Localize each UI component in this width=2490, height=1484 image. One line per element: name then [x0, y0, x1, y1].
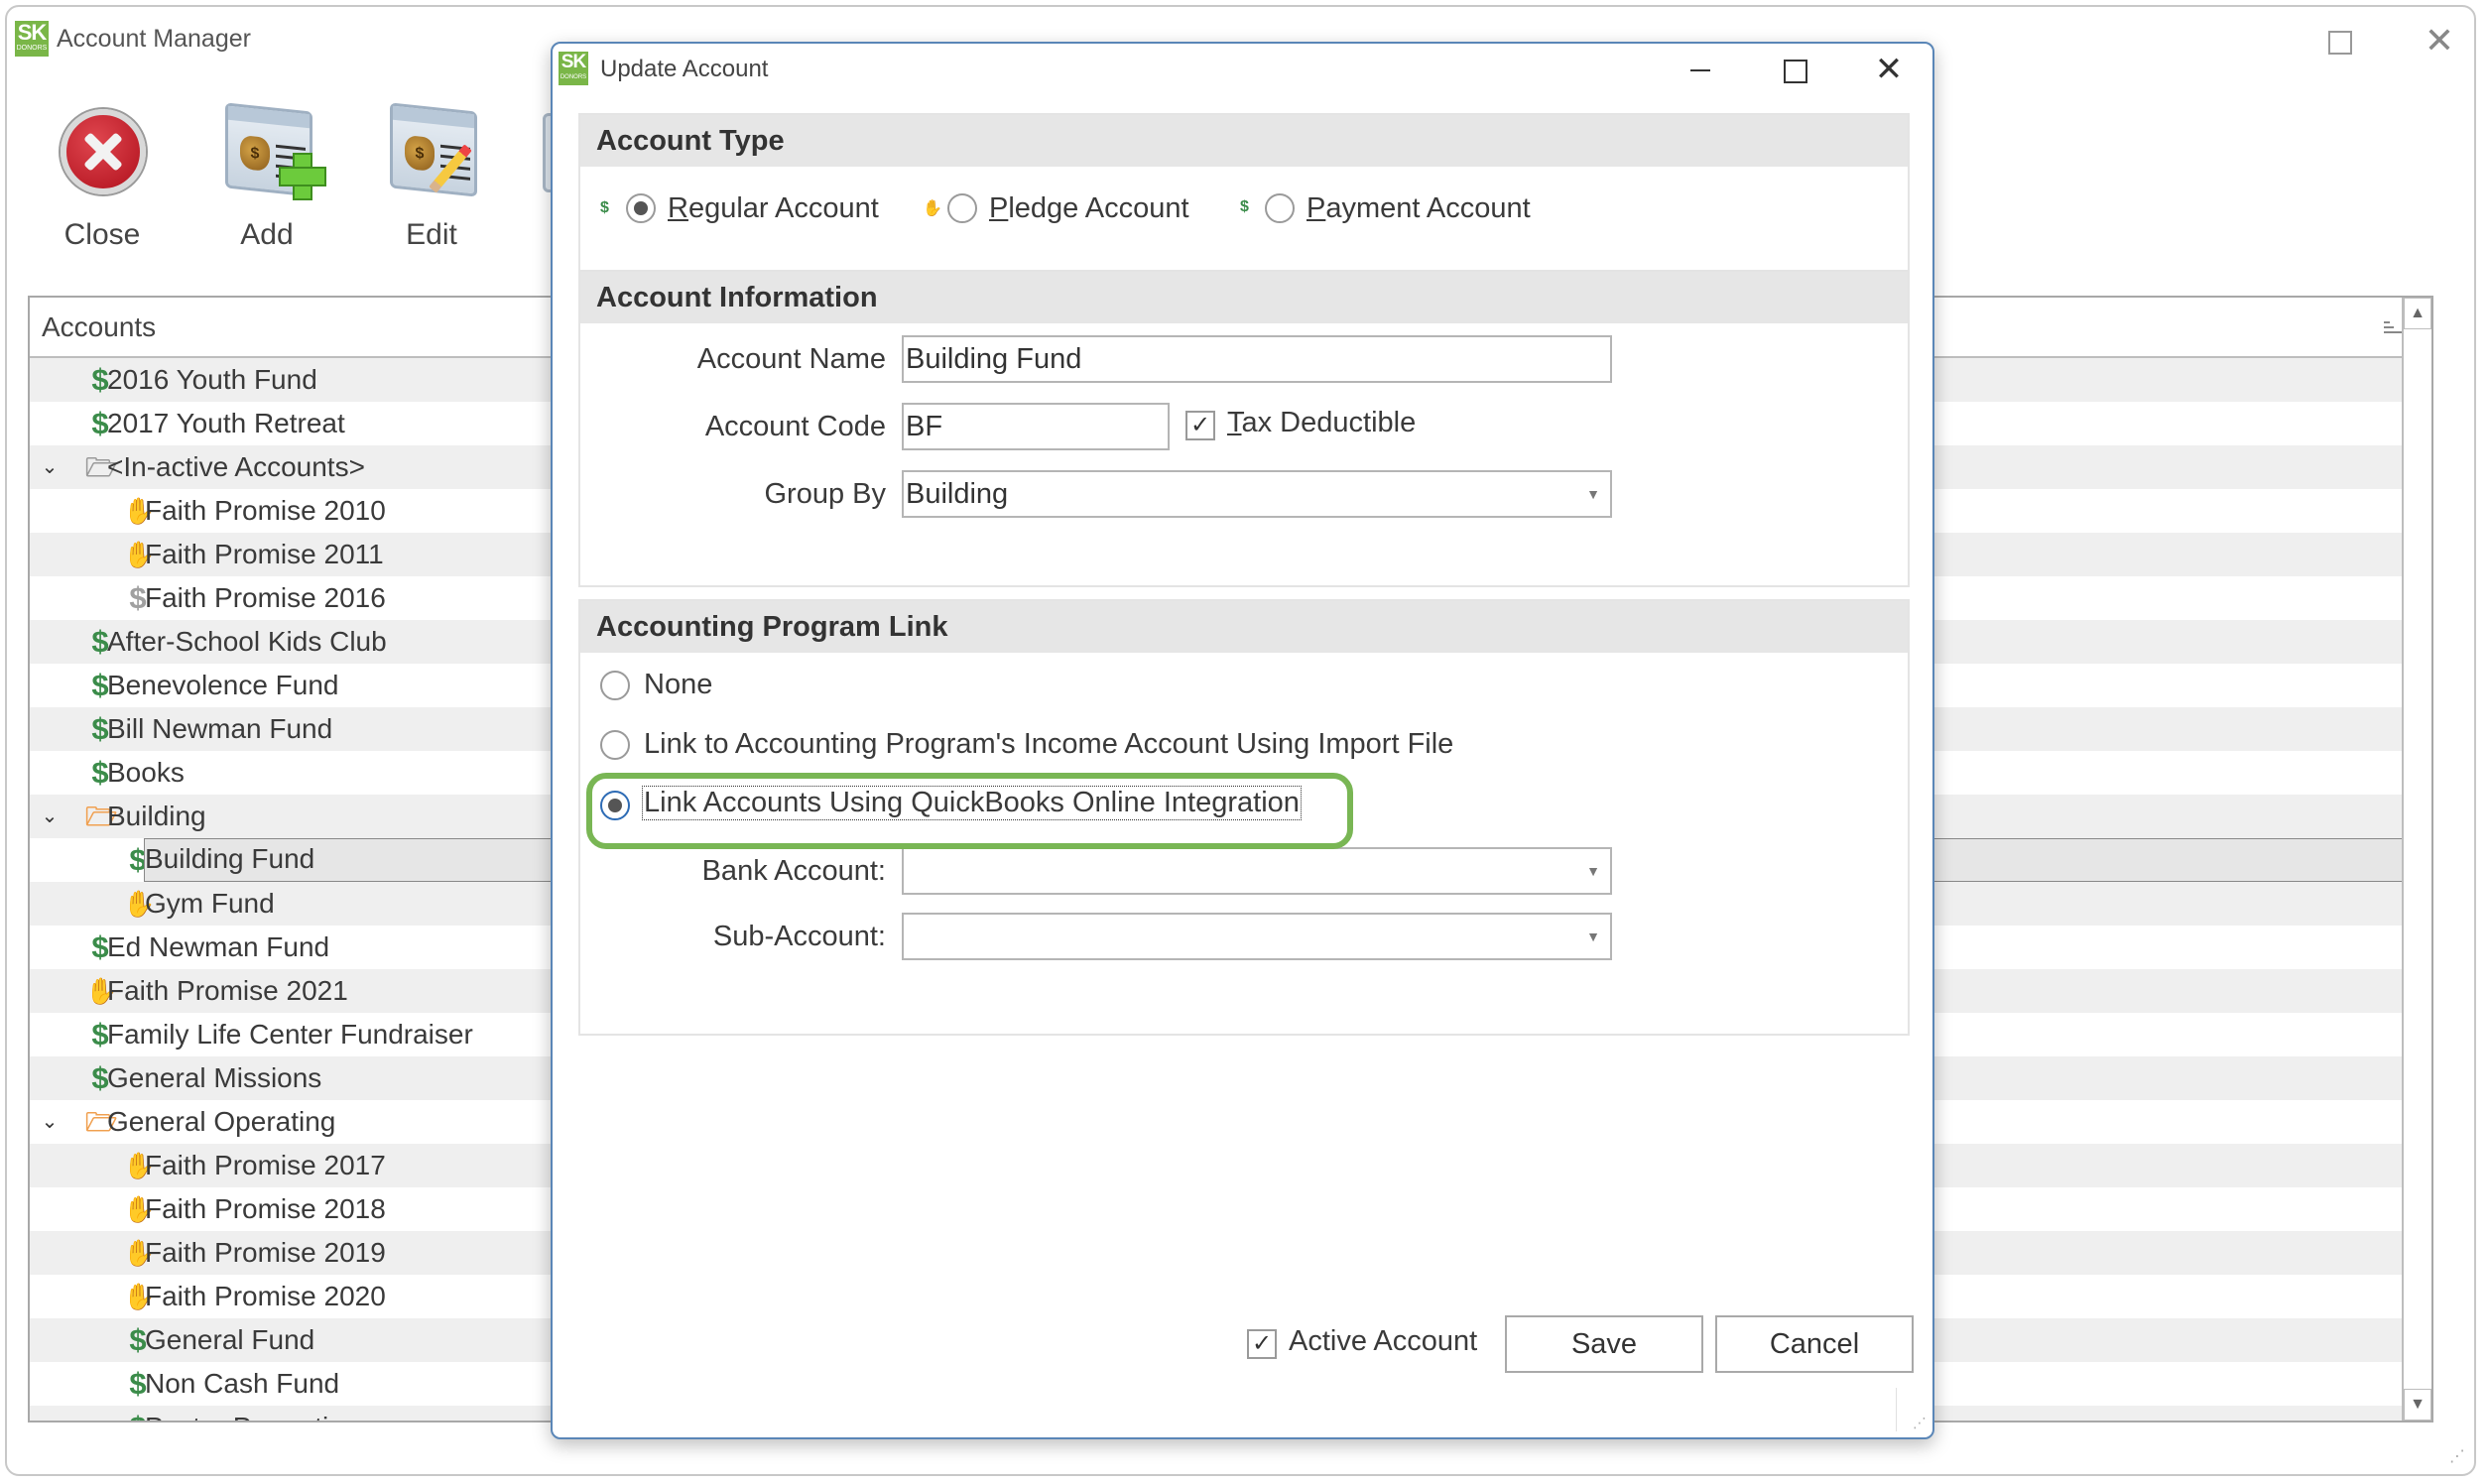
- add-account-button[interactable]: $ Add: [197, 101, 336, 252]
- group-by-select[interactable]: Building ▼: [902, 470, 1612, 518]
- active-account-label[interactable]: Active Account: [1289, 1325, 1477, 1358]
- close-window-button[interactable]: ✕: [2420, 21, 2459, 61]
- regular-account-radio[interactable]: [626, 193, 656, 223]
- active-account-checkbox[interactable]: ✓: [1247, 1329, 1277, 1359]
- dollar-icon: $: [600, 199, 609, 216]
- dialog-logo-icon: SK DONORS: [559, 52, 588, 85]
- edit-button-label: Edit: [406, 218, 457, 251]
- chevron-down-icon: ▼: [1586, 928, 1600, 944]
- sub-account-select[interactable]: ▼: [902, 913, 1612, 960]
- regular-account-label[interactable]: Regular Account: [668, 192, 879, 225]
- tree-row-label: After-School Kids Club: [107, 626, 387, 657]
- tree-row-label: Faith Promise 2017: [145, 1150, 386, 1180]
- payment-account-radio[interactable]: [1265, 193, 1295, 223]
- edit-account-icon: $: [382, 101, 481, 200]
- tree-row-label: <In-active Accounts>: [107, 451, 365, 482]
- link-none-label[interactable]: None: [644, 669, 712, 701]
- tree-row-label: Faith Promise 2020: [145, 1281, 386, 1311]
- resize-grip-icon[interactable]: ⋰: [1913, 1415, 1927, 1431]
- hand-icon: ✋: [923, 200, 942, 217]
- chevron-down-icon[interactable]: ⌄: [38, 1100, 62, 1144]
- link-import-file-label[interactable]: Link to Accounting Program's Income Acco…: [644, 728, 1453, 761]
- account-code-input[interactable]: [902, 403, 1170, 450]
- payment-account-label[interactable]: Payment Account: [1307, 192, 1531, 225]
- add-account-icon: $: [217, 101, 326, 200]
- update-account-dialog: SK DONORS Update Account ✕ Account Type …: [551, 42, 1934, 1439]
- highlight-annotation: [586, 773, 1353, 849]
- close-button-label: Close: [63, 218, 141, 251]
- account-information-section: Account Information Account Name Account…: [578, 270, 1910, 587]
- dialog-title: Update Account: [600, 56, 769, 82]
- chevron-down-icon[interactable]: ⌄: [38, 795, 62, 838]
- tree-row-label: Gym Fund: [145, 888, 275, 919]
- edit-account-button[interactable]: $ Edit: [362, 101, 501, 252]
- account-name-label: Account Name: [696, 343, 886, 375]
- chevron-down-icon: ▼: [1586, 486, 1600, 502]
- add-button-label: Add: [240, 218, 294, 251]
- tree-row-label: 2016 Youth Fund: [107, 364, 317, 395]
- close-circle-icon: [53, 101, 152, 200]
- plus-icon: [279, 153, 326, 200]
- tree-row-label: General Operating: [107, 1106, 336, 1137]
- tree-row-label: Building: [107, 801, 206, 831]
- logo-text: SK: [17, 20, 48, 45]
- accounting-link-heading: Accounting Program Link: [580, 601, 1908, 653]
- tree-row-label: Faith Promise 2021: [107, 975, 348, 1006]
- dialog-maximize-button[interactable]: [1771, 50, 1820, 89]
- app-logo-icon: SK DONORS: [15, 21, 49, 57]
- tax-deductible-label[interactable]: Tax Deductible: [1227, 407, 1416, 439]
- link-import-file-radio[interactable]: [600, 730, 630, 760]
- chevron-down-icon[interactable]: ⌄: [38, 445, 62, 489]
- accounts-column-title: Accounts: [42, 311, 157, 342]
- dialog-minimize-button[interactable]: [1676, 50, 1725, 89]
- tree-row-label: General Fund: [145, 1324, 315, 1355]
- tree-row-label: Faith Promise 2010: [145, 495, 386, 526]
- tax-deductible-checkbox[interactable]: ✓: [1185, 411, 1215, 440]
- tree-row-label: Faith Promise 2018: [145, 1193, 386, 1224]
- save-button[interactable]: Save: [1505, 1315, 1703, 1373]
- resize-grip-icon[interactable]: ⋰: [2449, 1446, 2465, 1466]
- tree-row-label: Non Cash Fund: [145, 1368, 340, 1399]
- tree-row-label: Family Life Center Fundraiser: [107, 1019, 473, 1050]
- maximize-window-button[interactable]: [2320, 21, 2360, 61]
- account-information-heading: Account Information: [580, 272, 1908, 323]
- tree-row-selected[interactable]: $ Building Fund: [30, 838, 2431, 882]
- account-name-input[interactable]: [902, 335, 1612, 383]
- tree-row-label: Bill Newman Fund: [107, 713, 333, 744]
- tree-row-label: Faith Promise 2019: [145, 1237, 386, 1268]
- tree-row-label: Faith Promise 2011: [145, 539, 384, 569]
- close-toolbar-button[interactable]: Close: [33, 101, 172, 252]
- dialog-close-button[interactable]: ✕: [1864, 50, 1914, 89]
- dialog-logo-subtext: DONORS: [560, 74, 587, 80]
- sub-account-label: Sub-Account:: [712, 921, 886, 952]
- scroll-up-arrow-icon[interactable]: ▲: [2404, 298, 2431, 329]
- payment-icon: $: [1240, 198, 1249, 215]
- cancel-button[interactable]: Cancel: [1715, 1315, 1914, 1373]
- pledge-account-radio[interactable]: [947, 193, 977, 223]
- column-chooser-icon[interactable]: [2384, 321, 2402, 335]
- pledge-account-label[interactable]: Pledge Account: [989, 192, 1189, 225]
- account-code-label: Account Code: [704, 411, 886, 442]
- account-type-heading: Account Type: [580, 115, 1908, 167]
- group-by-value: Building: [906, 478, 1009, 510]
- tree-row-label: Books: [107, 757, 185, 788]
- tree-row-label: Benevolence Fund: [107, 670, 339, 700]
- link-none-radio[interactable]: [600, 671, 630, 700]
- tree-row-label: Pastor Promotion: [145, 1406, 359, 1421]
- tree-row-label: 2017 Youth Retreat: [107, 408, 345, 438]
- scroll-down-arrow-icon[interactable]: ▼: [2404, 1389, 2431, 1421]
- logo-subtext: DONORS: [16, 45, 48, 52]
- tree-row-label: Building Fund: [145, 843, 315, 874]
- tree-row-label: Faith Promise 2016: [145, 582, 386, 613]
- dialog-logo-text: SK: [560, 52, 586, 72]
- window-title: Account Manager: [57, 25, 251, 53]
- divider: [1896, 1388, 1897, 1431]
- group-by-label: Group By: [764, 478, 887, 510]
- tree-row-label: Ed Newman Fund: [107, 931, 330, 962]
- tree-row-label: General Missions: [107, 1062, 322, 1093]
